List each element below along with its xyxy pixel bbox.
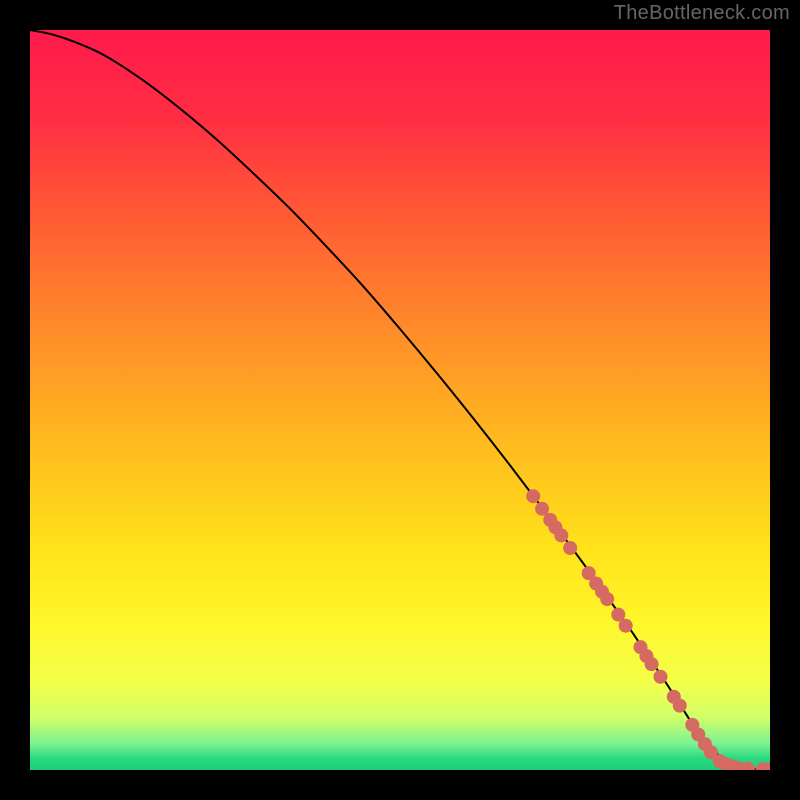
chart-stage: TheBottleneck.com [0, 0, 800, 800]
chart-svg [30, 30, 770, 770]
data-point [653, 670, 667, 684]
data-point [673, 699, 687, 713]
data-point [645, 657, 659, 671]
data-point [563, 541, 577, 555]
watermark-text: TheBottleneck.com [614, 2, 790, 25]
data-point [554, 528, 568, 542]
gradient-background [30, 30, 770, 770]
data-point [619, 619, 633, 633]
plot-area [30, 30, 770, 770]
data-point [600, 592, 614, 606]
data-point [526, 489, 540, 503]
